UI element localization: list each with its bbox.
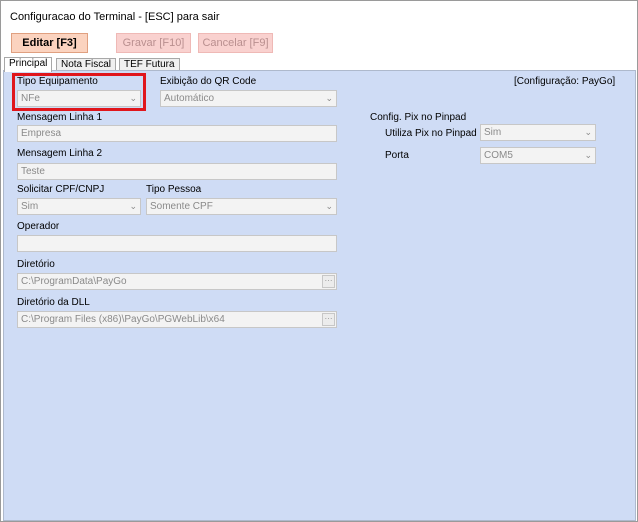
- mensagem1-input[interactable]: Empresa: [17, 125, 337, 142]
- editar-button[interactable]: Editar [F3]: [11, 33, 88, 53]
- solicitar-cpf-value: Sim: [21, 201, 39, 212]
- mensagem2-input[interactable]: Teste: [17, 163, 337, 180]
- diretorio-input[interactable]: C:\ProgramData\PayGo ···: [17, 273, 337, 290]
- mensagem1-label: Mensagem Linha 1: [17, 112, 103, 123]
- porta-value: COM5: [484, 150, 513, 161]
- browse-diretorio-button[interactable]: ···: [322, 275, 335, 288]
- utiliza-pix-label: Utiliza Pix no Pinpad: [385, 128, 477, 139]
- tipo-pessoa-select[interactable]: Somente CPF ⌄: [146, 198, 337, 215]
- cancelar-button[interactable]: Cancelar [F9]: [198, 33, 273, 53]
- chevron-down-icon: ⌄: [325, 201, 333, 211]
- exibicao-qr-label: Exibição do QR Code: [160, 76, 257, 87]
- porta-select[interactable]: COM5 ⌄: [480, 147, 596, 164]
- utiliza-pix-value: Sim: [484, 127, 502, 138]
- title-bar: Configuracao do Terminal - [ESC] para sa…: [1, 1, 637, 33]
- diretorio-dll-input[interactable]: C:\Program Files (x86)\PayGo\PGWebLib\x6…: [17, 311, 337, 328]
- chevron-down-icon: ⌄: [325, 93, 333, 103]
- tab-strip: Principal Nota Fiscal TEF Futura: [1, 57, 637, 72]
- exibicao-qr-select[interactable]: Automático ⌄: [160, 90, 337, 107]
- diretorio-label: Diretório: [17, 259, 55, 270]
- operador-label: Operador: [17, 221, 60, 232]
- exibicao-qr-value: Automático: [164, 93, 215, 104]
- configuracao-label: [Configuração: PayGo]: [514, 76, 616, 87]
- diretorio-dll-value: C:\Program Files (x86)\PayGo\PGWebLib\x6…: [21, 314, 225, 325]
- config-window: Configuracao do Terminal - [ESC] para sa…: [0, 0, 638, 522]
- solicitar-cpf-label: Solicitar CPF/CNPJ: [17, 184, 105, 195]
- mensagem2-label: Mensagem Linha 2: [17, 148, 103, 159]
- highlight-box: [12, 73, 146, 111]
- diretorio-value: C:\ProgramData\PayGo: [21, 276, 127, 287]
- solicitar-cpf-select[interactable]: Sim ⌄: [17, 198, 141, 215]
- tab-principal[interactable]: Principal: [4, 57, 53, 72]
- toolbar: Editar [F3] Gravar [F10] Cancelar [F9]: [1, 33, 637, 55]
- utiliza-pix-select[interactable]: Sim ⌄: [480, 124, 596, 141]
- porta-label: Porta: [385, 150, 409, 161]
- diretorio-dll-label: Diretório da DLL: [17, 297, 90, 308]
- window-title: Configuracao do Terminal - [ESC] para sa…: [10, 11, 220, 23]
- chevron-down-icon: ⌄: [584, 150, 592, 160]
- tipo-pessoa-value: Somente CPF: [150, 201, 213, 212]
- operador-input[interactable]: [17, 235, 337, 252]
- browse-dll-button[interactable]: ···: [322, 313, 335, 326]
- tipo-pessoa-label: Tipo Pessoa: [146, 184, 202, 195]
- gravar-button[interactable]: Gravar [F10]: [116, 33, 191, 53]
- pix-section-label: Config. Pix no Pinpad: [370, 112, 467, 123]
- chevron-down-icon: ⌄: [584, 127, 592, 137]
- chevron-down-icon: ⌄: [129, 201, 137, 211]
